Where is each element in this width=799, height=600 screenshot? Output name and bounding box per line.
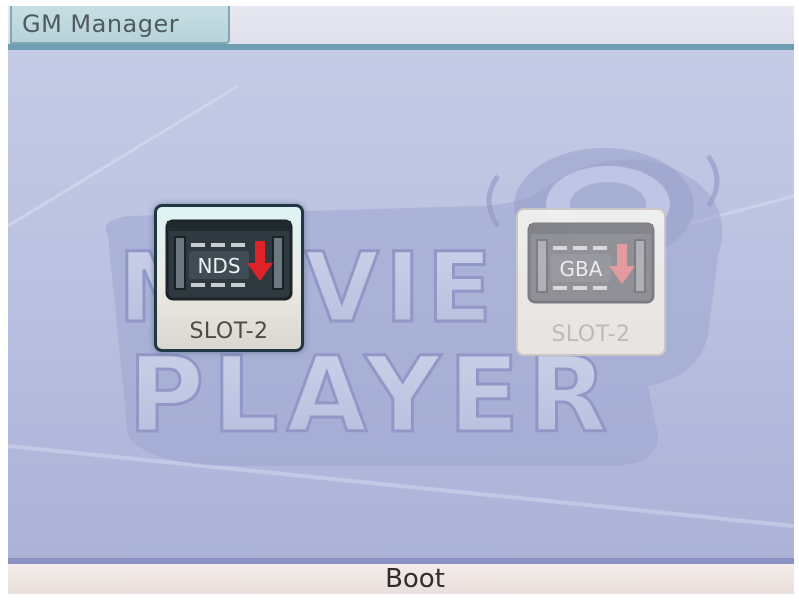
nds-cart-label: NDS: [197, 254, 240, 278]
slot-nds-tile[interactable]: NDS SLOT-2: [154, 204, 304, 352]
nds-cartridge-icon: NDS: [165, 219, 293, 301]
slot-label: SLOT-2: [189, 319, 269, 344]
title-tab: GM Manager: [10, 6, 230, 44]
slot-gba-tile[interactable]: GBA SLOT-2: [516, 208, 666, 356]
title-bar: GM Manager: [8, 6, 794, 50]
gba-cartridge-icon: GBA: [527, 222, 655, 304]
screen: MOVIE PLAYER GM Manager NDS SLOT-2 GBA S…: [8, 6, 794, 594]
gba-cart-label: GBA: [560, 257, 603, 281]
bottom-bar: Boot: [8, 558, 794, 594]
boot-button[interactable]: Boot: [365, 564, 465, 594]
slot-label: SLOT-2: [551, 322, 631, 347]
movie-player-logo: MOVIE PLAYER: [8, 84, 794, 528]
window-title: GM Manager: [22, 10, 180, 38]
